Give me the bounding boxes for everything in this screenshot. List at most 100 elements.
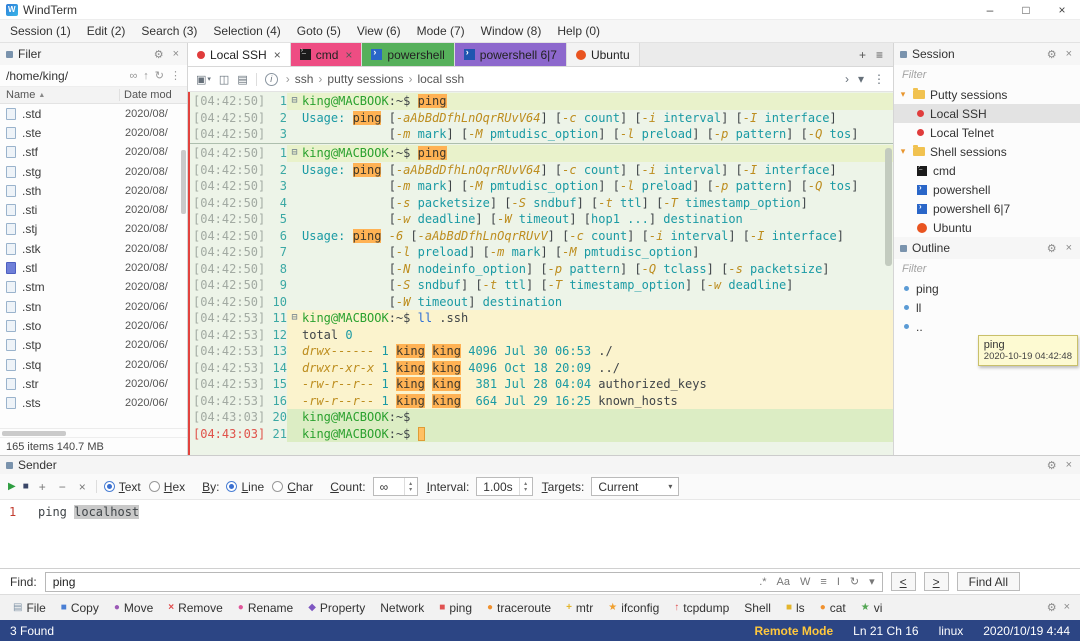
expand-icon[interactable]: ▾ <box>898 146 908 157</box>
remove-line-button[interactable]: − <box>56 480 69 494</box>
tab-close-icon[interactable]: × <box>345 48 352 62</box>
tool-network[interactable]: Network <box>373 599 431 617</box>
radio-char[interactable]: Char <box>272 480 313 494</box>
file-row[interactable]: .stl 2020/08/ <box>0 258 187 277</box>
maximize-button[interactable]: □ <box>1008 0 1044 19</box>
file-row[interactable]: .stf 2020/08/ <box>0 143 187 162</box>
radio-text[interactable]: Text <box>103 480 141 494</box>
find-option-icon[interactable]: W <box>800 576 810 588</box>
menu-session[interactable]: Session (1) <box>2 21 79 41</box>
session-group-shell-sessions[interactable]: ▾ Shell sessions <box>894 142 1080 161</box>
stepper-arrows-icon[interactable]: ▴ ▾ <box>403 478 417 495</box>
tool-property[interactable]: ◆ Property <box>301 599 372 617</box>
tool-remove[interactable]: × Remove <box>161 599 230 617</box>
minimize-button[interactable]: – <box>972 0 1008 19</box>
tab-close-icon[interactable]: × <box>274 48 281 62</box>
breadcrumb-item[interactable]: ssh <box>295 72 314 86</box>
tool-rename[interactable]: ● Rename <box>231 599 300 617</box>
interval-stepper[interactable]: 1.00s ▴ ▾ <box>476 477 533 496</box>
filer-vertical-scrollbar[interactable] <box>181 150 186 214</box>
gear-icon[interactable]: ⚙ <box>1045 48 1059 61</box>
tool-ifconfig[interactable]: ★ ifconfig <box>601 599 666 617</box>
find-option-icon[interactable]: ≡ <box>820 576 826 588</box>
close-icon[interactable]: × <box>1064 459 1074 471</box>
split-view-icon[interactable]: ◫ <box>219 73 229 86</box>
find-option-icon[interactable]: .* <box>759 576 766 588</box>
breadcrumb-item[interactable]: putty sessions <box>327 72 403 86</box>
info-icon[interactable]: i <box>264 72 278 86</box>
find-input[interactable]: ping .* Aa W ≡ I ↻ ▾ <box>44 571 883 592</box>
menu-selection[interactable]: Selection (4) <box>205 21 288 41</box>
cursor-position[interactable]: Ln 21 Ch 16 <box>853 624 918 638</box>
more-icon[interactable]: ⋮ <box>170 69 181 82</box>
menu-search[interactable]: Search (3) <box>133 21 205 41</box>
file-row[interactable]: .stp 2020/06/ <box>0 336 187 355</box>
chevron-right-icon[interactable]: › <box>845 72 849 86</box>
outline-item-[interactable]: .. <box>894 317 1080 336</box>
new-tab-button[interactable]: + <box>859 48 866 62</box>
session-item-powershell[interactable]: powershell <box>894 180 1080 199</box>
file-row[interactable]: .sts 2020/06/ <box>0 393 187 412</box>
tab-cmd[interactable]: cmd × <box>290 43 363 66</box>
close-icon[interactable]: × <box>1064 601 1070 614</box>
file-row[interactable]: .stn 2020/06/ <box>0 297 187 316</box>
filer-list[interactable]: .std 2020/08/.ste 2020/08/.stf 2020/08/.stg… <box>0 104 187 428</box>
layout-icon[interactable]: ▤ <box>237 73 247 86</box>
menu-window[interactable]: Window (8) <box>473 21 550 41</box>
fold-icon[interactable]: ⊟ <box>287 310 302 327</box>
terminal[interactable]: [04:42:50] 1 ⊟ king@MACBOOK:~$ ping [04:42:5… <box>188 92 893 455</box>
file-row[interactable]: .stg 2020/08/ <box>0 162 187 181</box>
file-row[interactable]: .stj 2020/08/ <box>0 220 187 239</box>
tool-copy[interactable]: ■ Copy <box>54 599 106 617</box>
find-all-button[interactable]: Find All <box>956 572 1020 591</box>
stepper-arrows-icon[interactable]: ▴ ▾ <box>518 478 532 495</box>
gear-icon[interactable]: ⚙ <box>152 48 166 61</box>
session-group-putty-sessions[interactable]: ▾ Putty sessions <box>894 85 1080 104</box>
menu-mode[interactable]: Mode (7) <box>409 21 473 41</box>
session-filter-input[interactable]: Filter <box>894 65 1080 85</box>
tab-local-ssh[interactable]: Local SSH × <box>188 43 291 66</box>
sender-editor[interactable]: 1 ping localhost <box>0 500 1080 568</box>
file-row[interactable]: .stq 2020/06/ <box>0 355 187 374</box>
file-row[interactable]: .sto 2020/06/ <box>0 316 187 335</box>
tool-ls[interactable]: ■ ls <box>779 599 812 617</box>
file-row[interactable]: .sth 2020/08/ <box>0 181 187 200</box>
outline-item-ll[interactable]: ll <box>894 298 1080 317</box>
targets-select[interactable]: Current ▾ <box>591 477 680 496</box>
outline-filter-input[interactable]: Filter <box>894 259 1080 279</box>
mode-indicator[interactable]: Remote Mode <box>754 624 833 638</box>
find-option-icon[interactable]: ▾ <box>869 575 875 588</box>
tool-tcpdump[interactable]: ↑ tcpdump <box>667 599 736 617</box>
count-stepper[interactable]: ∞ ▴ ▾ <box>372 477 418 496</box>
gear-icon[interactable]: ⚙ <box>1047 601 1057 614</box>
fold-icon[interactable]: ⊟ <box>287 93 302 110</box>
file-row[interactable]: .sti 2020/08/ <box>0 200 187 219</box>
tab-powershell-6-7[interactable]: powershell 6|7 <box>454 43 567 66</box>
column-name[interactable]: Name ▲ <box>6 89 119 101</box>
filer-horizontal-scrollbar[interactable] <box>0 428 187 437</box>
file-row[interactable]: .std 2020/08/ <box>0 104 187 123</box>
path-display[interactable]: /home/king/ <box>6 69 123 83</box>
clear-button[interactable]: × <box>76 480 89 494</box>
new-session-icon[interactable]: ▣ ▾ <box>196 73 211 86</box>
close-icon[interactable]: × <box>1064 242 1074 254</box>
gear-icon[interactable]: ⚙ <box>1045 242 1059 255</box>
file-row[interactable]: .str 2020/06/ <box>0 374 187 393</box>
expand-icon[interactable]: ▾ <box>898 89 908 100</box>
find-previous-button[interactable]: < <box>890 572 916 591</box>
file-row[interactable]: .stm 2020/08/ <box>0 278 187 297</box>
more-menu-icon[interactable]: ⋮ <box>873 72 885 86</box>
tab-ubuntu[interactable]: Ubuntu <box>566 43 640 66</box>
file-row[interactable]: .ste 2020/08/ <box>0 123 187 142</box>
up-directory-icon[interactable]: ↑ <box>143 70 149 82</box>
terminal-preview-pane[interactable]: [04:42:50] 1 ⊟ king@MACBOOK:~$ ping [04:42:5… <box>190 92 893 144</box>
radio-hex[interactable]: Hex <box>148 480 185 494</box>
refresh-icon[interactable]: ↻ <box>155 69 164 82</box>
session-item-local-telnet[interactable]: Local Telnet <box>894 123 1080 142</box>
os-indicator[interactable]: linux <box>939 624 964 638</box>
tab-list-icon[interactable]: ≡ <box>876 48 883 62</box>
session-item-powershell-6-7[interactable]: powershell 6|7 <box>894 199 1080 218</box>
send-stop-button[interactable]: ■ <box>23 481 29 492</box>
session-item-cmd[interactable]: cmd <box>894 161 1080 180</box>
terminal-scrollbar[interactable] <box>885 148 892 266</box>
